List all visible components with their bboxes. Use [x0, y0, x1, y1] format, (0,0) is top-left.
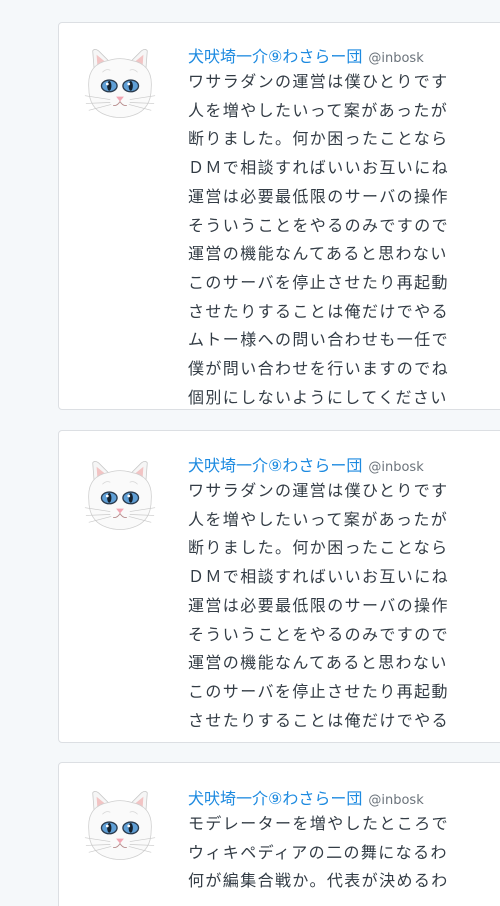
post-body: ワサラダンの運営は僕ひとりです 人を増やしたいって案があったが 断りました。何か…	[188, 68, 500, 412]
post-text-line: 僕が問い合わせを行いますのでね	[188, 359, 450, 379]
post-body: モデレーターを増やしたところで ウィキペディアの二の舞になるわ 何が編集合戦か。…	[188, 810, 500, 896]
post-text-line: ワサラダンの運営は僕ひとりです	[188, 72, 449, 91]
post-text-line: 運営の機能なんてあると思わない	[188, 244, 448, 264]
post-text-line: モデレーターを増やしたところで	[188, 814, 450, 833]
post-header: 犬吠埼一介⑨わさらー団 @inbosk	[188, 785, 500, 809]
post-content: 犬吠埼一介⑨わさらー団 @inbosk ワサラダンの運営は僕ひとりです 人を増や…	[188, 43, 500, 412]
post-text-line: 運営は必要最低限のサーバの操作	[188, 595, 449, 615]
post-text-line: 断りました。何か困ったことなら	[188, 538, 449, 558]
white-cat-avatar-icon[interactable]	[81, 455, 159, 533]
username-handle[interactable]: @inbosk	[368, 793, 423, 808]
display-name-link[interactable]: 犬吠埼一介⑨わさらー団	[188, 785, 362, 809]
post-content: 犬吠埼一介⑨わさらー団 @inbosk モデレーターを増やしたところで ウィキペ…	[188, 785, 500, 896]
display-name-link[interactable]: 犬吠埼一介⑨わさらー団	[188, 452, 362, 476]
post-text-line: 個別にしないようにしてください	[188, 387, 448, 407]
post-text-line: このサーバを停止させたり再起動	[188, 272, 449, 292]
post-text-line: 何が編集合戦か。代表が決めるわ	[188, 871, 449, 891]
post-text-line: ＤＭで相談すればいいお互いにね	[188, 158, 450, 178]
post-text-line: ワサラダンの運営は僕ひとりです	[188, 481, 449, 500]
post-text-line: 運営の機能なんてあると思わない	[188, 653, 448, 673]
post-text-line: 人を増やしたいって案があったが	[188, 509, 449, 529]
post-card[interactable]: 犬吠埼一介⑨わさらー団 @inbosk ワサラダンの運営は僕ひとりです 人を増や…	[58, 430, 500, 743]
post-text-line: させたりすることは俺だけでやる	[188, 301, 450, 321]
post-card[interactable]: 犬吠埼一介⑨わさらー団 @inbosk モデレーターを増やしたところで ウィキペ…	[58, 762, 500, 906]
post-card[interactable]: 犬吠埼一介⑨わさらー団 @inbosk ワサラダンの運営は僕ひとりです 人を増や…	[58, 22, 500, 410]
post-text-line: そういうことをやるのみですので	[188, 624, 450, 644]
display-name-link[interactable]: 犬吠埼一介⑨わさらー団	[188, 43, 362, 67]
white-cat-avatar-icon[interactable]	[81, 785, 159, 863]
post-text-line: ウィキペディアの二の舞になるわ	[188, 842, 448, 862]
post-header: 犬吠埼一介⑨わさらー団 @inbosk	[188, 452, 500, 476]
post-header: 犬吠埼一介⑨わさらー団 @inbosk	[188, 43, 500, 67]
timeline-feed: 犬吠埼一介⑨わさらー団 @inbosk ワサラダンの運営は僕ひとりです 人を増や…	[0, 0, 500, 906]
post-text-line: 人を増やしたいって案があったが	[188, 100, 449, 120]
post-text-line: させたりすることは俺だけでやる	[188, 710, 450, 730]
post-text-line: ムトー様への問い合わせも一任で	[188, 330, 450, 350]
username-handle[interactable]: @inbosk	[368, 460, 423, 475]
post-body: ワサラダンの運営は僕ひとりです 人を増やしたいって案があったが 断りました。何か…	[188, 477, 500, 735]
white-cat-avatar-icon[interactable]	[81, 43, 159, 121]
username-handle[interactable]: @inbosk	[368, 51, 423, 66]
post-text-line: 断りました。何か困ったことなら	[188, 129, 449, 149]
post-text-line: 運営は必要最低限のサーバの操作	[188, 186, 449, 206]
post-text-line: そういうことをやるのみですので	[188, 215, 450, 235]
post-text-line: ＤＭで相談すればいいお互いにね	[188, 567, 450, 587]
post-content: 犬吠埼一介⑨わさらー団 @inbosk ワサラダンの運営は僕ひとりです 人を増や…	[188, 452, 500, 735]
post-text-line: このサーバを停止させたり再起動	[188, 681, 449, 701]
